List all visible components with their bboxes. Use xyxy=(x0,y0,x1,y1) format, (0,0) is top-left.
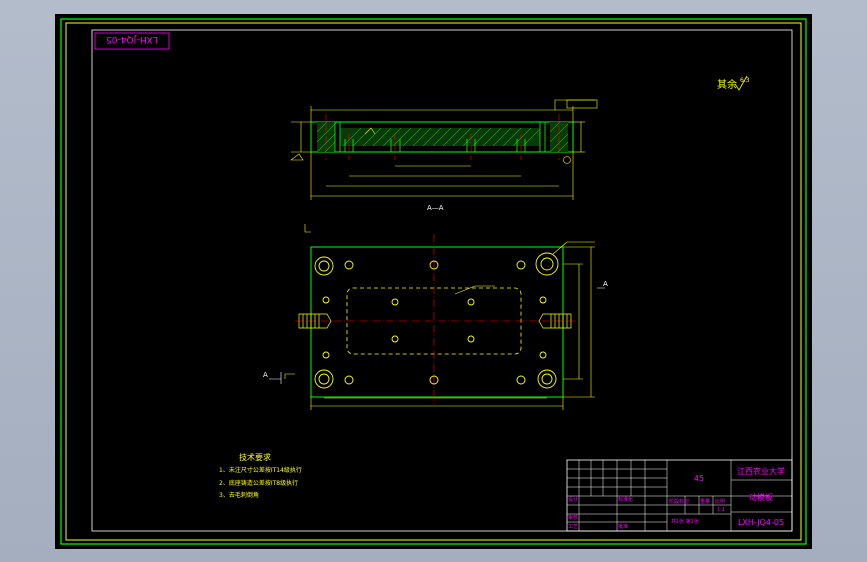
section-label: A—A xyxy=(427,204,444,212)
plan-view: A A xyxy=(263,224,608,410)
section-view xyxy=(290,99,598,200)
guide-hole-tr xyxy=(535,252,559,276)
tb-school: 江西农业大学 xyxy=(737,466,785,476)
section-hatch xyxy=(316,121,569,153)
outer-border xyxy=(60,18,807,545)
guide-hole-br xyxy=(537,369,557,389)
drawing-sheet[interactable]: LXH-JQ4-05 其余 6.3 A—A A A 技术要求 1、未注尺寸公差按… xyxy=(55,14,812,549)
code-stamp: LXH-JQ4-05 xyxy=(106,34,158,44)
tb-sheet: 共1张 第1张 xyxy=(671,518,699,525)
tb-scale-value: 1:1 xyxy=(717,507,725,513)
tb-standard: 标准化 xyxy=(618,496,633,503)
roughness-note: 其余 xyxy=(717,78,737,91)
tb-approve: 批准 xyxy=(618,523,628,530)
tb-material: 45 xyxy=(694,474,704,483)
inner-border xyxy=(65,22,802,541)
tech-req-item-3: 3、去毛刺倒角 xyxy=(219,491,259,499)
tb-drawing-no: LXH-JQ4-05 xyxy=(738,518,784,527)
tb-stage-label: 阶段标记 xyxy=(669,498,689,505)
tech-req-title: 技术要求 xyxy=(239,452,271,462)
drawing-canvas[interactable]: LXH-JQ4-05 其余 6.3 A—A A A 技术要求 1、未注尺寸公差按… xyxy=(55,14,812,549)
tech-req-item-2: 2、底座铸造公差按IT8级执行 xyxy=(219,479,298,487)
view-label-a2: A xyxy=(263,371,268,379)
datum-circle xyxy=(563,156,571,164)
tb-scale-header: 比例 xyxy=(715,498,725,505)
tb-weight-label: 重量 xyxy=(700,498,710,505)
drawing-frame xyxy=(91,29,793,532)
tb-designer: 设计 xyxy=(568,496,578,503)
tech-req-item-1: 1、未注尺寸公差按IT14级执行 xyxy=(219,466,302,474)
technical-requirements: 技术要求 1、未注尺寸公差按IT14级执行 2、底座铸造公差按IT8级执行 3、… xyxy=(219,452,302,499)
title-block: 45 江西农业大学 动模板 LXH-JQ4-05 阶段标记 重量 比例 1:1 … xyxy=(566,459,793,532)
guide-hole-tl xyxy=(314,256,334,276)
plate-plan-outline xyxy=(310,246,564,398)
tb-checker: 审核 xyxy=(568,514,578,521)
guide-hole-bl xyxy=(314,369,334,389)
view-label-a1: A xyxy=(603,280,608,288)
tb-process: 工艺 xyxy=(568,524,578,530)
tb-part-name: 动模板 xyxy=(749,492,773,502)
